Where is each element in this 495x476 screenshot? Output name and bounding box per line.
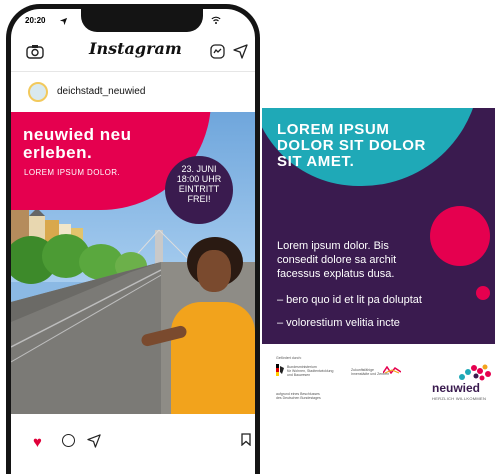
neuwied-logo-dots-icon bbox=[459, 364, 491, 381]
header-divider bbox=[11, 71, 255, 72]
post-image[interactable]: neuwied neu erleben. LOREM IPSUM DOLOR. … bbox=[11, 112, 255, 414]
location-arrow-icon bbox=[59, 17, 68, 26]
phone-notch bbox=[81, 9, 203, 32]
camera-icon[interactable] bbox=[26, 44, 44, 59]
neuwied-logo-tagline: HERZLICH WILLKOMMEN bbox=[432, 396, 487, 401]
activity-icon[interactable] bbox=[210, 44, 225, 59]
wifi-icon bbox=[211, 16, 221, 24]
post-subline: LOREM IPSUM DOLOR. bbox=[24, 168, 121, 177]
poster: LOREM IPSUM DOLOR SIT DOLOR SIT AMET. Lo… bbox=[262, 108, 495, 344]
app-title: Instagram bbox=[89, 39, 182, 58]
federal-eagle-icon bbox=[276, 364, 284, 376]
share-icon[interactable] bbox=[87, 434, 101, 448]
woman-shirt bbox=[171, 302, 255, 414]
zukunft-program-name: Zukunftsfähige Innenstädte und Zentren bbox=[351, 368, 390, 376]
poster-bullet-2: – volorestium velitia incte bbox=[277, 317, 400, 329]
comment-icon[interactable] bbox=[62, 434, 75, 447]
heart-icon[interactable]: ♥ bbox=[33, 434, 42, 451]
post-headline: neuwied neu erleben. bbox=[23, 125, 132, 162]
pink-circle-small bbox=[476, 286, 490, 300]
event-badge: 23. JUNI 18:00 UHR EINTRITT FREI! bbox=[165, 156, 233, 224]
phone-mockup: 20:20 Instagram deichstadt_neuwied neuwi… bbox=[6, 4, 260, 474]
direct-message-icon[interactable] bbox=[233, 44, 248, 59]
neuwied-logo-text: neuwied bbox=[432, 381, 481, 395]
funded-by-label: Gefördert durch: bbox=[276, 356, 302, 360]
woman-face bbox=[197, 250, 231, 292]
poster-body-text: Lorem ipsum dolor. Bis consedit dolore s… bbox=[277, 240, 397, 280]
poster-bullet-1: – bero quo id et lit pa doluptat bbox=[277, 294, 422, 306]
post-username[interactable]: deichstadt_neuwied bbox=[57, 86, 145, 97]
ministry-name: Bundesministerium für Wohnen, Stadtentwi… bbox=[287, 365, 334, 377]
status-time: 20:20 bbox=[25, 16, 46, 25]
bookmark-icon[interactable] bbox=[241, 433, 251, 446]
poster-headline: LOREM IPSUM DOLOR SIT DOLOR SIT AMET. bbox=[277, 121, 426, 170]
bundestag-resolution: aufgrund eines Beschlusses des Deutschen… bbox=[276, 392, 321, 400]
avatar[interactable] bbox=[28, 82, 48, 102]
